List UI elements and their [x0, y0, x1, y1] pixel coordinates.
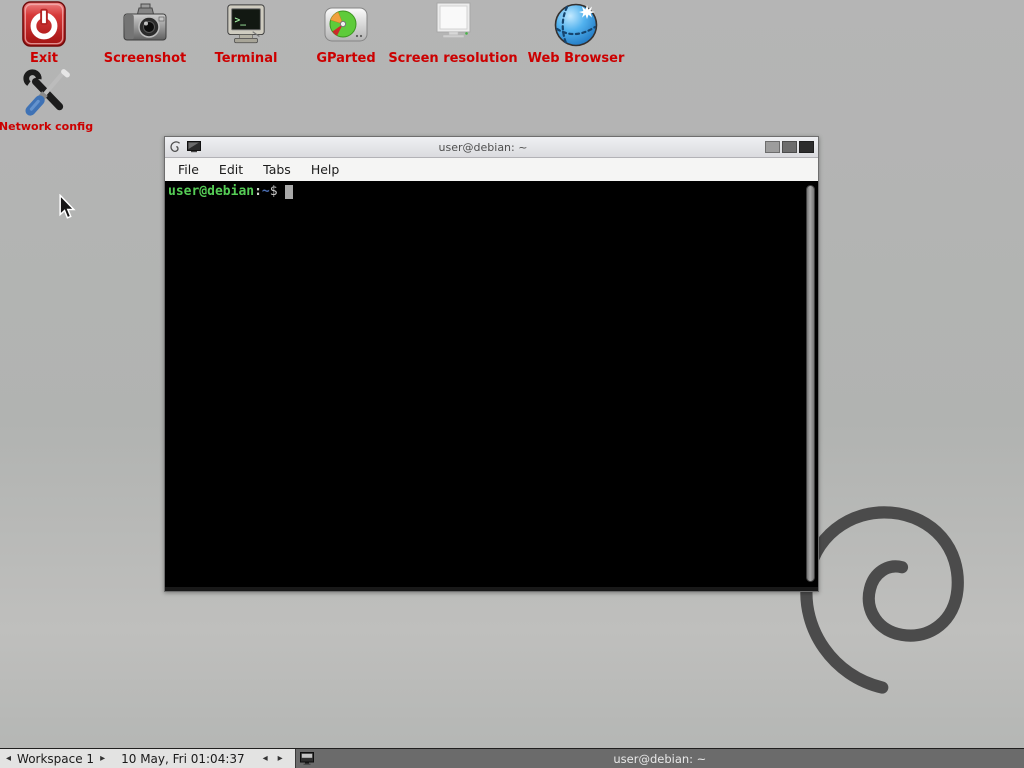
prompt-user-host: user@debian — [168, 184, 254, 199]
monitor-icon — [429, 0, 477, 49]
taskbar-left-section: ◂ Workspace 1 ▸ 10 May, Fri 01:04:37 ◂ ▸ — [0, 749, 295, 768]
icon-label: Network config — [0, 120, 93, 133]
desktop-icon-screen-resolution[interactable]: Screen resolution — [383, 0, 523, 66]
icon-label: Screen resolution — [388, 51, 517, 66]
terminal-output-area[interactable]: user@debian:~$ — [165, 181, 818, 591]
terminal-window: user@debian: ~ File Edit Tabs Help user@… — [164, 136, 819, 592]
workspace-next-arrow[interactable]: ▸ — [100, 754, 105, 764]
maximize-button[interactable] — [782, 141, 797, 153]
taskbar-window-label: user@debian: ~ — [296, 752, 1024, 766]
globe-browser-icon — [552, 0, 600, 49]
icon-label: Terminal — [215, 51, 278, 66]
menu-edit[interactable]: Edit — [209, 160, 253, 179]
menu-bar: File Edit Tabs Help — [165, 158, 818, 181]
menu-file[interactable]: File — [168, 160, 209, 179]
desktop-icon-web-browser[interactable]: Web Browser — [516, 0, 636, 66]
debian-swirl-icon — [169, 140, 182, 154]
mouse-cursor — [57, 194, 77, 220]
terminal-scrollbar[interactable] — [806, 185, 815, 582]
tasklist-right-arrow[interactable]: ▸ — [278, 754, 283, 764]
desktop-icon-network-config[interactable]: Network config — [0, 66, 106, 133]
taskbar: ◂ Workspace 1 ▸ 10 May, Fri 01:04:37 ◂ ▸… — [0, 748, 1024, 768]
prompt-path: ~ — [262, 184, 270, 199]
minimize-button[interactable] — [765, 141, 780, 153]
terminal-mini-icon — [187, 141, 201, 153]
window-titlebar[interactable]: user@debian: ~ — [165, 137, 818, 158]
prompt-colon: : — [254, 184, 262, 199]
menu-tabs[interactable]: Tabs — [253, 160, 301, 179]
crt-terminal-icon: >_ — [223, 0, 269, 49]
tools-icon — [21, 66, 71, 118]
workspace-prev-arrow[interactable]: ◂ — [6, 754, 11, 764]
taskbar-window-button[interactable]: user@debian: ~ — [295, 749, 1024, 768]
window-title: user@debian: ~ — [201, 141, 765, 154]
camera-icon — [121, 0, 169, 49]
svg-text:>_: >_ — [235, 15, 247, 26]
exit-power-icon — [21, 0, 67, 49]
icon-label: Web Browser — [528, 51, 625, 66]
desktop: { "desktop": { "icons": [ { "id": "exit"… — [0, 0, 1024, 768]
prompt-line: user@debian:~$ — [168, 184, 293, 199]
workspace-switcher[interactable]: Workspace 1 — [17, 752, 94, 766]
icon-label: Screenshot — [104, 51, 187, 66]
icon-label: GParted — [316, 51, 375, 66]
debian-swirl-watermark — [792, 498, 980, 706]
tasklist-left-arrow[interactable]: ◂ — [263, 754, 268, 764]
prompt-dollar: $ — [270, 184, 278, 199]
harddisk-partition-icon — [322, 0, 370, 49]
icon-label: Exit — [30, 51, 58, 66]
clock: 10 May, Fri 01:04:37 — [121, 752, 245, 766]
terminal-cursor — [285, 185, 293, 199]
close-button[interactable] — [799, 141, 814, 153]
menu-help[interactable]: Help — [301, 160, 350, 179]
